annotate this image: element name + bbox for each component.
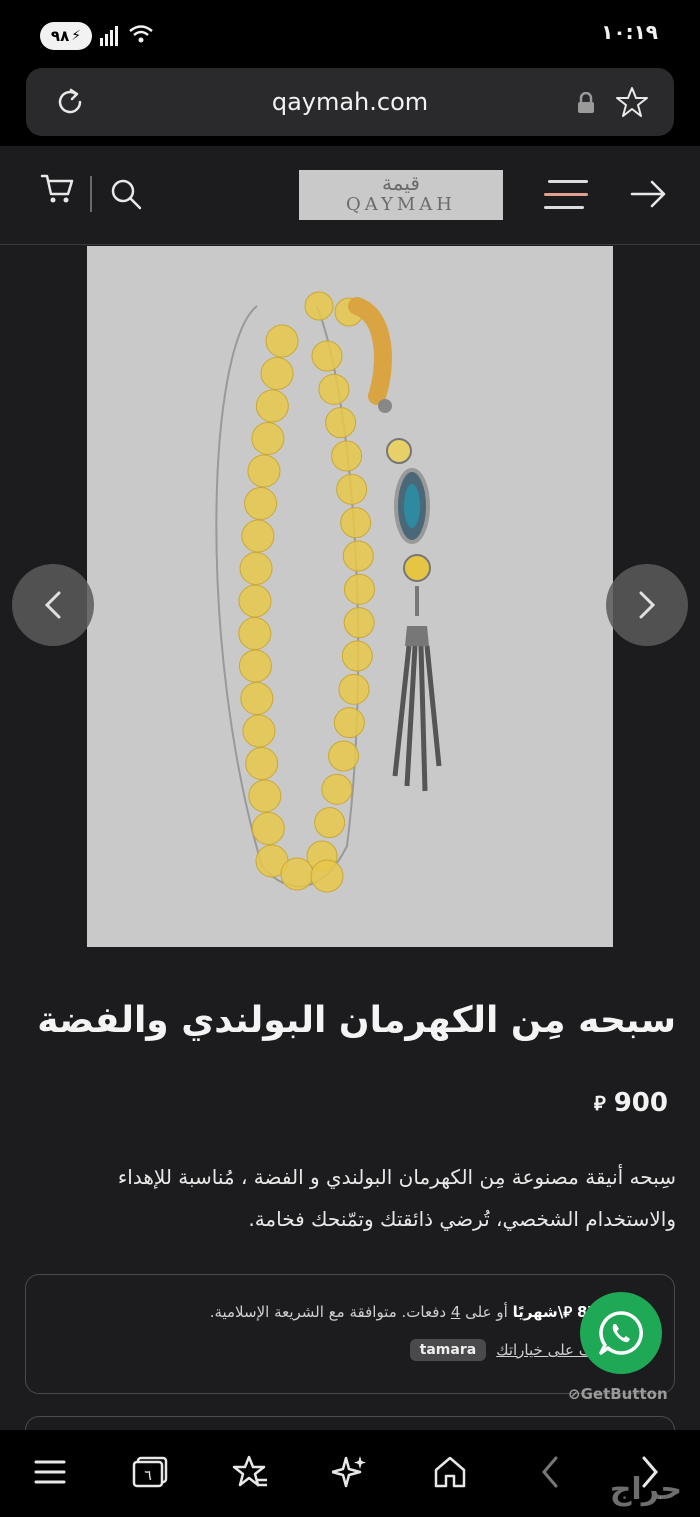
status-time: ١٠:١٩ <box>601 20 658 44</box>
carousel-next-button[interactable] <box>606 564 688 646</box>
logo-english: QAYMAH <box>345 194 457 215</box>
price-value: 900 <box>613 1088 668 1118</box>
amber-bead <box>248 779 282 813</box>
cart-icon[interactable] <box>40 170 76 206</box>
charging-icon: ⚡ <box>71 28 82 44</box>
logo-arabic: قيمة <box>382 171 420 195</box>
amber-bead <box>343 607 375 639</box>
whatsapp-icon <box>599 1311 643 1355</box>
bookmarks-icon[interactable] <box>230 1452 270 1492</box>
installments-widget: 87.7 ⃁\شهريًا أو على 4 دفعات. متوافقة مع… <box>25 1274 675 1394</box>
installment-monthly-label: ⃁\شهريًا <box>512 1303 573 1321</box>
amber-bead <box>304 291 334 321</box>
amber-bead <box>251 422 285 455</box>
prayer-beads-image <box>215 291 442 893</box>
address-bar[interactable]: qaymah.com <box>26 68 674 136</box>
ai-sparkle-icon[interactable] <box>330 1452 370 1492</box>
nav-back-icon[interactable] <box>530 1452 570 1492</box>
amber-bead <box>244 487 278 520</box>
chevron-left-icon <box>44 591 61 619</box>
chevron-right-icon <box>639 591 656 619</box>
amber-bead <box>260 357 294 390</box>
installment-or: أو على <box>465 1303 508 1321</box>
amber-bead <box>338 673 370 705</box>
amber-bead <box>321 773 353 805</box>
amber-bead <box>340 507 372 539</box>
search-icon[interactable] <box>108 176 144 212</box>
getbutton-label[interactable]: ⊘GetButton <box>568 1385 668 1403</box>
amber-bead <box>239 552 273 585</box>
browser-bottom-nav: ٦ حراج <box>0 1430 700 1517</box>
amber-bead <box>336 473 368 505</box>
installment-rest: دفعات. متوافقة مع الشريعة الإسلامية. <box>209 1303 447 1321</box>
amber-bead <box>247 454 281 488</box>
signal-icon <box>100 24 122 46</box>
amber-bead <box>341 640 373 672</box>
getbutton-text: GetButton <box>580 1385 668 1403</box>
wifi-icon <box>129 25 153 43</box>
amber-bead <box>343 573 375 605</box>
amber-bead <box>242 714 276 748</box>
amber-bead <box>325 407 357 439</box>
amber-bead <box>314 807 346 839</box>
amber-bead <box>238 649 272 683</box>
product-image[interactable] <box>87 246 613 947</box>
amber-bead <box>342 540 374 572</box>
amber-bead <box>255 389 289 423</box>
amber-bead <box>311 340 343 372</box>
amber-bead <box>238 617 272 650</box>
site-header: قيمة QAYMAH <box>0 146 700 245</box>
installments-text: 87.7 ⃁\شهريًا أو على 4 دفعات. متوافقة مع… <box>210 1303 614 1322</box>
amber-bead <box>280 857 314 891</box>
installment-count: 4 <box>450 1303 461 1321</box>
amber-bead <box>251 812 285 845</box>
lock-icon <box>578 92 594 113</box>
amber-bead <box>333 707 365 739</box>
riyal-currency-icon: ⃁ <box>593 1091 606 1115</box>
bookmark-star-icon[interactable] <box>614 84 650 120</box>
amber-bead <box>318 373 350 405</box>
carousel-prev-button[interactable] <box>12 564 94 646</box>
amber-bead <box>328 740 360 772</box>
amber-bead <box>240 682 274 715</box>
arrow-right-icon[interactable] <box>628 176 668 212</box>
menu-icon[interactable] <box>30 1452 70 1492</box>
tabs-icon[interactable]: ٦ <box>130 1452 170 1492</box>
getbutton-logo-icon: ⊘ <box>568 1385 581 1403</box>
svg-text:٦: ٦ <box>144 1468 152 1484</box>
tamara-badge: tamara <box>409 1339 487 1361</box>
amber-bead <box>241 519 275 553</box>
hamburger-menu-icon[interactable] <box>544 178 588 212</box>
product-title: سبحه مِن الكهرمان البولندي والفضة <box>37 1000 676 1041</box>
amber-bead <box>265 324 299 358</box>
site-logo[interactable]: قيمة QAYMAH <box>299 170 503 220</box>
watermark-logo: حراج <box>609 1472 682 1507</box>
home-icon[interactable] <box>430 1452 470 1492</box>
browser-toolbar: qaymah.com <box>0 64 700 146</box>
battery-indicator: ٩٨ ⚡ <box>40 22 92 50</box>
amber-bead <box>331 440 363 472</box>
amber-bead <box>245 747 279 780</box>
whatsapp-chat-button[interactable] <box>580 1292 662 1374</box>
header-divider <box>90 176 92 212</box>
amber-bead <box>238 584 272 618</box>
product-description: سِبحه أنيقة مصنوعة مِن الكهرمان البولندي… <box>117 1165 676 1231</box>
status-bar: ٩٨ ⚡ ١٠:١٩ <box>0 0 700 64</box>
amber-bead <box>310 859 344 893</box>
product-price: ⃁ 900 <box>594 1088 668 1118</box>
battery-level: ٩٨ <box>50 27 70 45</box>
